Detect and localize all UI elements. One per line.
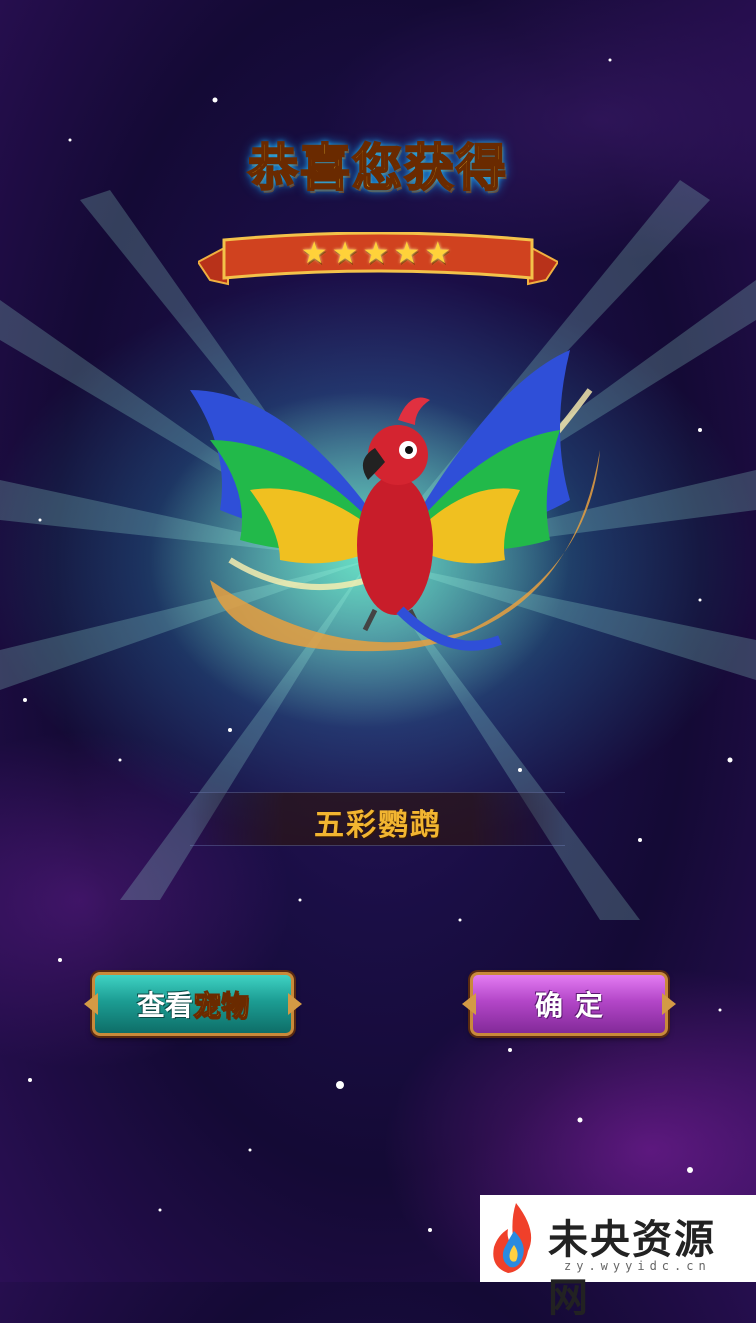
flame-logo-icon — [493, 1203, 532, 1273]
watermark-url: zy.wyyidc.cn — [564, 1259, 711, 1273]
view-pet-button[interactable]: 查看 宠物 — [84, 972, 302, 1036]
view-button-highlight: 宠物 — [192, 989, 250, 1023]
rainbow-parrot-icon — [190, 350, 600, 652]
pet-name: 五彩鹦鹉 — [314, 808, 442, 843]
view-button-label: 查看 — [136, 989, 193, 1022]
confirm-button[interactable]: 确定 — [462, 972, 676, 1036]
congratulations-title: 恭喜您获得 — [247, 138, 508, 198]
confirm-button-label: 确定 — [534, 989, 615, 1022]
watermark: 未央资源网 zy.wyyidc.cn — [480, 1195, 756, 1321]
rarity-stars: ★★★★★ — [300, 236, 456, 271]
